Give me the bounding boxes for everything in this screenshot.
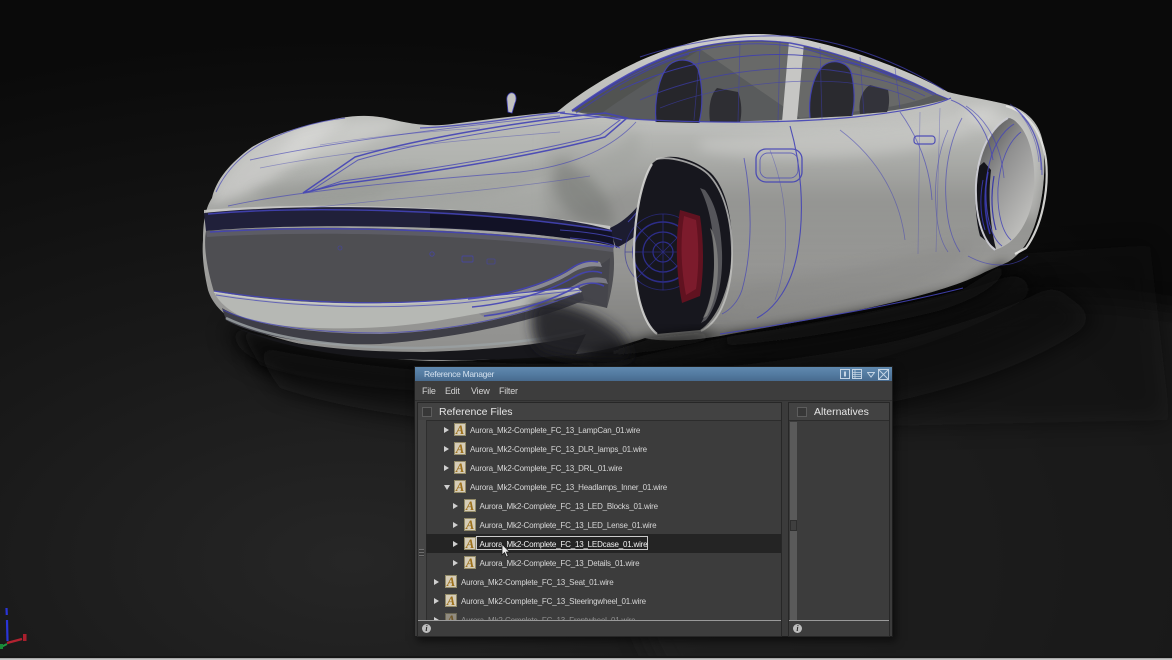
svg-text:A: A [455, 442, 464, 455]
svg-text:A: A [464, 556, 473, 569]
svg-text:A: A [446, 575, 455, 588]
svg-text:A: A [455, 461, 464, 474]
svg-text:A: A [455, 480, 464, 493]
svg-text:A: A [446, 594, 455, 607]
svg-text:A: A [464, 499, 473, 512]
svg-text:A: A [464, 537, 473, 550]
svg-text:A: A [455, 423, 464, 436]
svg-text:A: A [464, 518, 473, 531]
